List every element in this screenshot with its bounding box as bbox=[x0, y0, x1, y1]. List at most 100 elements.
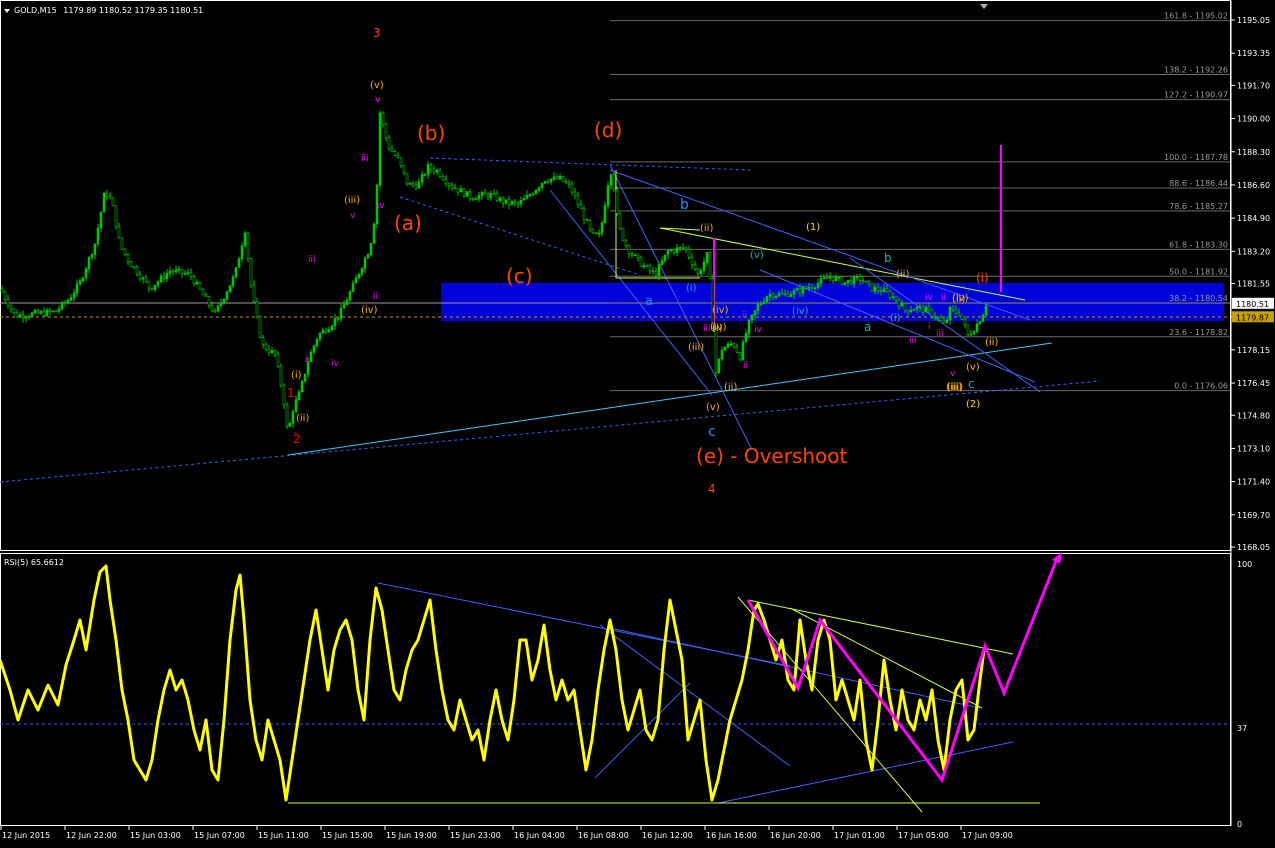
candle-body bbox=[276, 353, 280, 367]
candle-body bbox=[744, 333, 748, 343]
wave-label-roman: (v) bbox=[966, 362, 980, 373]
candle-body bbox=[486, 193, 490, 198]
candle-body bbox=[888, 291, 892, 298]
candle-body bbox=[66, 300, 70, 304]
wave-label-roman: (2) bbox=[966, 399, 980, 410]
candle-body bbox=[381, 112, 385, 125]
candle-body bbox=[699, 270, 703, 275]
candle-body bbox=[981, 314, 985, 323]
candle-body bbox=[912, 309, 916, 311]
candle-body bbox=[444, 179, 448, 185]
candle-body bbox=[123, 248, 127, 255]
candle-body bbox=[909, 310, 913, 313]
candle-body bbox=[873, 286, 877, 292]
menu-arrow-icon[interactable] bbox=[4, 9, 10, 13]
supply-zone bbox=[441, 283, 1224, 321]
candle-body bbox=[477, 195, 481, 200]
candle-body bbox=[282, 384, 286, 406]
candle-body bbox=[588, 220, 592, 230]
candle-body bbox=[783, 292, 787, 295]
candle-body bbox=[300, 381, 304, 393]
candle-body bbox=[525, 194, 529, 199]
chart-canvas[interactable]: 161.8 - 1195.02 138.2 - 1192.26 127.2 - 11… bbox=[0, 0, 1275, 848]
fib-label: 23.6 - 1178.82 bbox=[1169, 328, 1228, 337]
candle-body bbox=[972, 331, 976, 335]
wave-label-roman-small: i bbox=[305, 355, 308, 365]
time-label: 15 Jun 11:00 bbox=[258, 831, 309, 840]
candle-body bbox=[312, 345, 316, 353]
candle-body bbox=[129, 261, 133, 268]
candle-body bbox=[927, 306, 931, 311]
candle-body bbox=[807, 287, 811, 289]
price-label: 1190.00 bbox=[1237, 115, 1270, 124]
candle-body bbox=[36, 310, 40, 314]
candle-body bbox=[684, 247, 688, 250]
candle-body bbox=[132, 266, 136, 269]
candle-body bbox=[918, 306, 922, 309]
fib-label: 61.8 - 1183.30 bbox=[1169, 240, 1228, 249]
candle-body bbox=[366, 254, 370, 259]
candle-body bbox=[351, 282, 355, 293]
price-label: 1186.60 bbox=[1237, 181, 1270, 190]
candle-body bbox=[822, 277, 826, 279]
candle-body bbox=[906, 309, 910, 313]
candle-body bbox=[615, 189, 619, 214]
wave-label-roman-small: iii bbox=[308, 255, 316, 265]
wave-label-roman-small: iv bbox=[754, 325, 763, 335]
wave-label-roman: (ii) bbox=[896, 269, 909, 280]
candle-body bbox=[903, 303, 907, 311]
candle-body bbox=[831, 276, 835, 282]
candle-body bbox=[795, 288, 799, 291]
candle-body bbox=[966, 324, 970, 335]
candle-body bbox=[948, 306, 952, 321]
rsi-panel: 100 37 0 bbox=[0, 552, 1252, 829]
candle-body bbox=[267, 349, 271, 353]
wave-label-roman-small: ii bbox=[742, 311, 747, 321]
candle-body bbox=[519, 200, 523, 205]
candle-body bbox=[735, 346, 739, 353]
candle-body bbox=[297, 391, 301, 401]
candle-body bbox=[327, 329, 331, 333]
candle-body bbox=[435, 169, 439, 173]
candle-body bbox=[225, 291, 229, 300]
candle-body bbox=[96, 227, 100, 245]
candle-body bbox=[21, 314, 25, 319]
candle-body bbox=[462, 188, 466, 197]
candle-body bbox=[426, 164, 430, 175]
wave-label-roman-small: iv bbox=[925, 293, 934, 303]
wave-label-roman-small: v bbox=[950, 369, 956, 379]
candle-body bbox=[594, 232, 598, 235]
rsi-value: 65.6612 bbox=[30, 558, 64, 567]
price-label: 1195.05 bbox=[1237, 16, 1270, 25]
fib-label: 50.0 - 1181.92 bbox=[1169, 267, 1228, 276]
candle-body bbox=[117, 226, 121, 239]
candle-body bbox=[48, 309, 52, 312]
wave-label-roman: (ii) bbox=[700, 223, 713, 234]
candle-body bbox=[945, 319, 949, 323]
candle-body bbox=[474, 198, 478, 201]
candle-body bbox=[393, 151, 397, 156]
candle-body bbox=[900, 303, 904, 307]
wave-label-major: (a) bbox=[394, 211, 422, 235]
chart-shift-marker[interactable] bbox=[980, 4, 988, 9]
time-label: 17 Jun 05:00 bbox=[898, 831, 949, 840]
candle-body bbox=[429, 164, 433, 170]
candle-body bbox=[174, 269, 178, 273]
candle-body bbox=[555, 176, 559, 180]
candle-body bbox=[126, 254, 130, 262]
candle-body bbox=[963, 318, 967, 326]
price-candles bbox=[0, 110, 988, 430]
wave-label-roman: (iv) bbox=[952, 293, 969, 304]
wave-label-roman: (iv) bbox=[710, 322, 727, 333]
candle-body bbox=[771, 293, 775, 298]
candle-body bbox=[531, 193, 535, 196]
price-label: 1193.35 bbox=[1237, 49, 1270, 58]
candle-body bbox=[42, 311, 46, 317]
wave-label-cyan: a bbox=[864, 320, 871, 334]
candle-body bbox=[924, 306, 928, 313]
price-label: 1181.55 bbox=[1237, 280, 1270, 289]
candle-body bbox=[342, 304, 346, 309]
candle-body bbox=[639, 257, 643, 268]
candle-body bbox=[18, 314, 22, 318]
candle-body bbox=[150, 287, 154, 290]
